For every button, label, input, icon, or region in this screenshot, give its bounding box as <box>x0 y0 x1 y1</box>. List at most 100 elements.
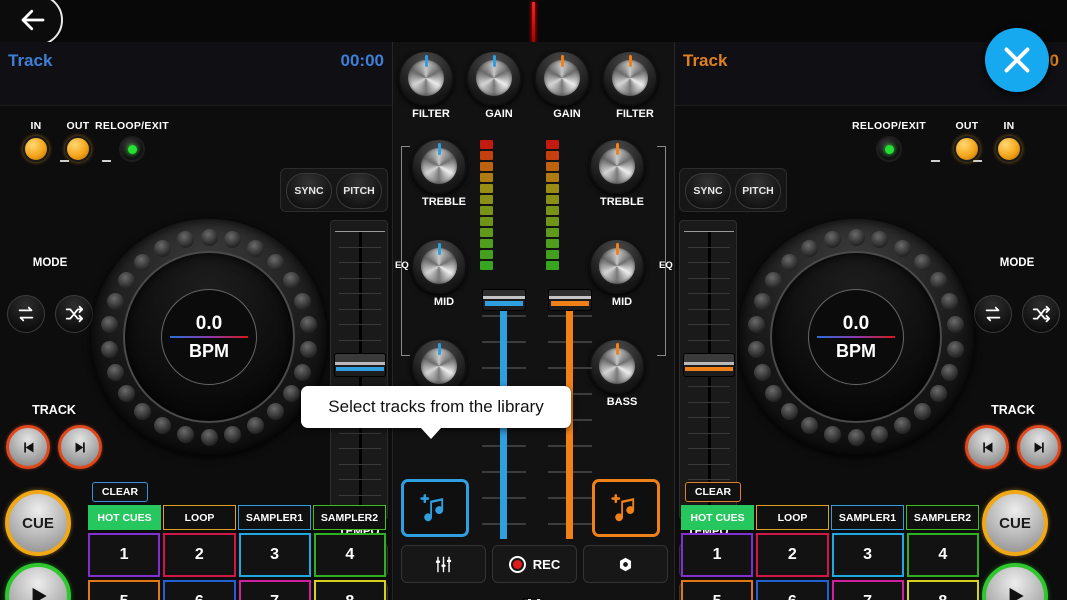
tempo-handle[interactable] <box>683 353 735 377</box>
track-strip-left[interactable]: Track 00:00 <box>0 42 392 106</box>
pitch-button-left[interactable]: PITCH <box>336 173 382 209</box>
pad-mode-loop-left[interactable]: LOOP <box>163 505 236 530</box>
jog-dimple <box>914 254 931 271</box>
knob-bass-b[interactable]: BASS <box>589 338 655 408</box>
tempo-tick <box>339 433 381 434</box>
track-title-right: Track <box>683 51 727 71</box>
tempo-slider-left[interactable] <box>330 220 388 520</box>
tempo-tick <box>688 417 730 418</box>
pitch-button-right[interactable]: PITCH <box>735 173 781 209</box>
fader-handle-b[interactable] <box>548 289 592 311</box>
jog-dimple <box>107 293 124 310</box>
sync-pitch-group-left: SYNC PITCH <box>280 168 388 212</box>
pad-8-left[interactable]: 8 <box>314 580 386 600</box>
transport-left: CUE <box>5 490 85 600</box>
vu-segment <box>480 250 493 259</box>
load-track-button-a[interactable] <box>401 479 469 537</box>
bpm-display-left: 0.0 BPM <box>161 289 257 385</box>
knob-label-gain-b: GAIN <box>534 108 600 120</box>
pad-1-right[interactable]: 1 <box>681 533 753 577</box>
play-button-right[interactable] <box>982 563 1048 600</box>
knob-mid-b[interactable]: MID <box>589 238 655 308</box>
pad-2-left[interactable]: 2 <box>163 533 235 577</box>
eq-panel-button[interactable] <box>401 545 486 583</box>
pad-mode-sampler2-left[interactable]: SAMPLER2 <box>313 505 386 530</box>
loop-in-button[interactable] <box>23 136 49 162</box>
vu-segment <box>480 217 493 226</box>
next-track-button-left[interactable] <box>58 425 102 469</box>
pad-2-right[interactable]: 2 <box>756 533 828 577</box>
next-track-icon <box>72 439 89 456</box>
pad-6-left[interactable]: 6 <box>163 580 235 600</box>
bpm-label-right: BPM <box>836 342 876 360</box>
close-button[interactable] <box>985 28 1049 92</box>
loop-out-button-right[interactable] <box>954 136 980 162</box>
repeat-mode-button-right[interactable] <box>974 295 1012 333</box>
tempo-tick <box>688 278 730 279</box>
knob-filter-b[interactable]: FILTER <box>602 50 668 120</box>
pad-3-left[interactable]: 3 <box>239 533 311 577</box>
knob-mid-a[interactable]: MID <box>411 238 477 308</box>
pad-4-left[interactable]: 4 <box>314 533 386 577</box>
jog-dimple <box>765 385 782 402</box>
settings-button[interactable] <box>583 545 668 583</box>
sync-button-right[interactable]: SYNC <box>685 173 731 209</box>
sync-button-left[interactable]: SYNC <box>286 173 332 209</box>
knob-treble-b[interactable]: TREBLE <box>589 138 655 208</box>
pad-6-right[interactable]: 6 <box>756 580 828 600</box>
repeat-mode-button-left[interactable] <box>7 295 45 333</box>
tempo-handle[interactable] <box>334 353 386 377</box>
reloop-exit-button-right[interactable] <box>876 136 902 162</box>
vu-segment <box>480 184 493 193</box>
jog-wheel-left[interactable]: 0.0 BPM <box>91 219 327 455</box>
pad-5-right[interactable]: 5 <box>681 580 753 600</box>
loop-in-button-right[interactable] <box>996 136 1022 162</box>
reloop-exit-label: RELOOP/EXIT <box>86 120 178 132</box>
pad-8-right[interactable]: 8 <box>907 580 979 600</box>
clear-button-left[interactable]: CLEAR <box>92 482 148 502</box>
jog-dimple <box>848 429 865 446</box>
previous-track-button-left[interactable] <box>6 425 50 469</box>
pad-4-right[interactable]: 4 <box>907 533 979 577</box>
play-button-left[interactable] <box>5 563 71 600</box>
cue-button-left[interactable]: CUE <box>5 490 71 556</box>
pad-5-left[interactable]: 5 <box>88 580 160 600</box>
record-button[interactable]: REC <box>492 545 577 583</box>
pad-mode-sampler1-right[interactable]: SAMPLER1 <box>831 505 904 530</box>
jog-dimple <box>300 341 317 358</box>
tempo-tick <box>688 464 730 465</box>
shuffle-mode-button-left[interactable] <box>55 295 93 333</box>
load-track-button-b[interactable] <box>592 479 660 537</box>
tempo-slider-right[interactable] <box>679 220 737 520</box>
shuffle-mode-button-right[interactable] <box>1022 295 1060 333</box>
play-icon <box>25 583 51 600</box>
tempo-tick <box>339 448 381 449</box>
knob-filter-a[interactable]: FILTER <box>398 50 464 120</box>
pad-mode-hot-cues-left[interactable]: HOT CUES <box>88 505 161 530</box>
pad-3-right[interactable]: 3 <box>832 533 904 577</box>
knob-label-filter-b: FILTER <box>602 108 668 120</box>
pad-1-left[interactable]: 1 <box>88 533 160 577</box>
pad-7-left[interactable]: 7 <box>239 580 311 600</box>
close-x-icon <box>999 42 1035 78</box>
pad-mode-sampler2-right[interactable]: SAMPLER2 <box>906 505 979 530</box>
knob-label-bass-b: BASS <box>589 396 655 408</box>
pad-mode-hot-cues-right[interactable]: HOT CUES <box>681 505 754 530</box>
loop-controls-right: IN OUT RELOOP/EXIT <box>879 120 1059 174</box>
pad-mode-loop-right[interactable]: LOOP <box>756 505 829 530</box>
back-button[interactable] <box>0 0 63 46</box>
previous-track-button-right[interactable] <box>965 425 1009 469</box>
next-track-button-right[interactable] <box>1017 425 1061 469</box>
fader-handle-a[interactable] <box>482 289 526 311</box>
clear-button-right[interactable]: CLEAR <box>685 482 741 502</box>
jog-wheel-right[interactable]: 0.0 BPM <box>738 219 974 455</box>
cue-button-right[interactable]: CUE <box>982 490 1048 556</box>
pad-7-right[interactable]: 7 <box>832 580 904 600</box>
jog-dimple <box>283 272 300 289</box>
reloop-exit-button[interactable] <box>119 136 145 162</box>
knob-treble-a[interactable]: TREBLE <box>411 138 477 208</box>
knob-gain-b[interactable]: GAIN <box>534 50 600 120</box>
jog-dimple <box>801 240 818 257</box>
knob-gain-a[interactable]: GAIN <box>466 50 532 120</box>
pad-mode-sampler1-left[interactable]: SAMPLER1 <box>238 505 311 530</box>
